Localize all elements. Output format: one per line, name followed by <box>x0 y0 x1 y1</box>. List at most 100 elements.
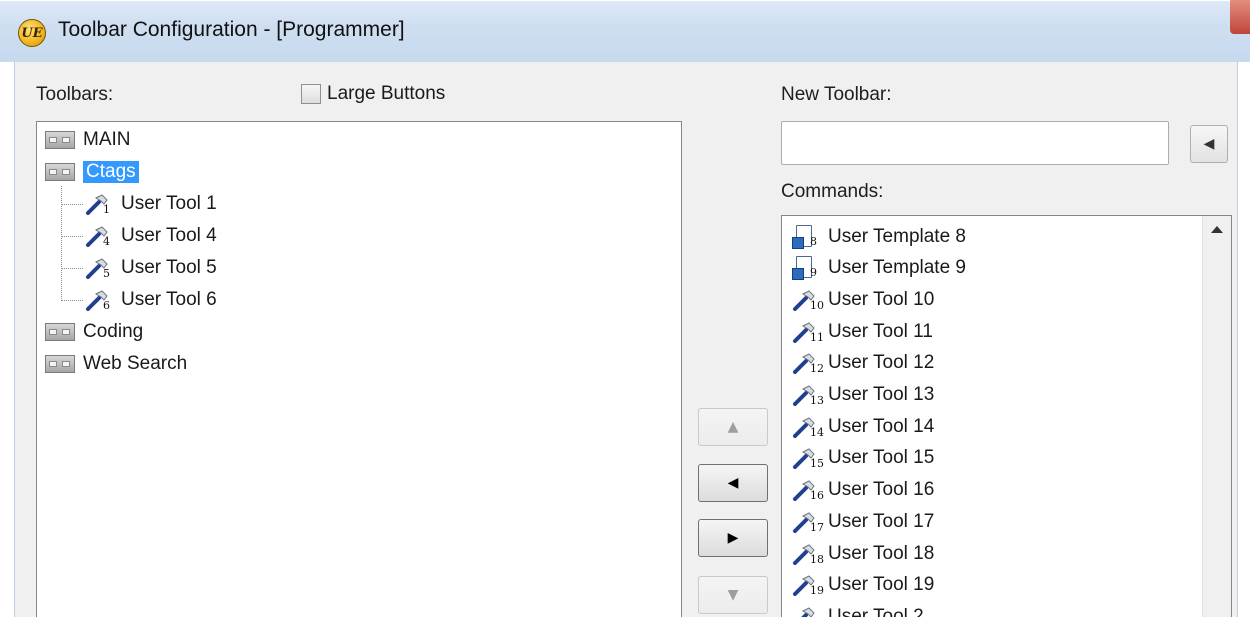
hammer-tool-icon: 16 <box>790 477 824 503</box>
command-label: User Tool 19 <box>828 574 935 596</box>
command-label: User Tool 2 <box>828 605 924 617</box>
command-label: User Tool 11 <box>828 320 933 342</box>
command-label: User Tool 12 <box>828 352 935 374</box>
tree-item-ctags[interactable]: Ctags <box>45 158 139 186</box>
tree-item-label: Coding <box>83 321 144 342</box>
command-label: User Tool 13 <box>828 384 935 405</box>
command-item[interactable]: 10 User Tool 10 <box>790 284 934 315</box>
hammer-tool-icon: 15 <box>790 445 824 471</box>
hammer-tool-icon: 17 <box>790 509 824 535</box>
large-buttons-checkbox[interactable] <box>301 84 321 104</box>
ultraedit-logo-icon: UE <box>18 19 46 47</box>
command-item[interactable]: 15 User Tool 15 <box>790 443 934 474</box>
hammer-tool-icon: 5 <box>83 255 115 281</box>
command-item[interactable]: 13 User Tool 13 <box>790 380 934 411</box>
hammer-tool-icon: 10 <box>790 287 824 313</box>
toolbar-icon <box>45 163 75 181</box>
command-item[interactable]: 16 User Tool 16 <box>790 475 934 506</box>
command-number: 10 <box>810 298 824 312</box>
tree-item-label: User Tool 5 <box>121 257 217 278</box>
command-item[interactable]: 9 User Template 9 <box>790 253 966 284</box>
command-item[interactable]: 18 User Tool 18 <box>790 538 934 569</box>
close-icon[interactable] <box>1230 0 1250 34</box>
new-toolbar-input[interactable] <box>781 121 1169 165</box>
tree-item-user-tool[interactable]: 6 User Tool 6 <box>83 286 217 314</box>
command-number: 8 <box>810 234 817 248</box>
command-item[interactable]: 11 User Tool 11 <box>790 316 933 347</box>
command-number: 13 <box>810 394 824 407</box>
template-icon: 8 <box>790 223 822 251</box>
tool-number: 6 <box>103 299 110 312</box>
command-number: 16 <box>810 489 824 503</box>
large-buttons-label: Large Buttons <box>327 83 446 104</box>
command-label: User Tool 10 <box>828 288 935 310</box>
tree-connector <box>61 236 83 237</box>
tree-item-user-tool[interactable]: 4 User Tool 4 <box>83 222 217 250</box>
hammer-tool-icon: 4 <box>83 223 115 249</box>
command-label: User Tool 15 <box>828 447 935 469</box>
tree-item-label: MAIN <box>83 129 131 150</box>
hammer-tool-icon <box>790 604 822 617</box>
command-item[interactable]: 17 User Tool 17 <box>790 506 934 537</box>
command-item[interactable]: 14 User Tool 14 <box>790 411 934 442</box>
command-label: User Tool 17 <box>828 510 935 532</box>
commands-label: Commands: <box>781 181 884 202</box>
command-label: User Template 9 <box>828 257 966 279</box>
toolbars-label: Toolbars: <box>36 84 114 105</box>
hammer-tool-icon: 12 <box>790 350 824 376</box>
hammer-tool-icon: 18 <box>790 541 824 567</box>
add-toolbar-button[interactable]: ◀ <box>1190 125 1228 163</box>
command-item[interactable]: 12 User Tool 12 <box>790 348 934 379</box>
commands-list[interactable]: 8 User Template 8 9 User Template 9 10 User T… <box>781 215 1232 617</box>
move-up-button[interactable]: ▲ <box>698 408 768 446</box>
tree-connector <box>61 268 83 269</box>
command-item[interactable]: 19 User Tool 19 <box>790 570 934 601</box>
tree-item-label-selected: Ctags <box>83 161 139 183</box>
scroll-up-arrow-icon[interactable] <box>1211 226 1223 233</box>
command-number: 12 <box>810 362 824 376</box>
command-label: User Tool 14 <box>828 415 935 437</box>
command-number: 11 <box>810 330 824 344</box>
command-label: User Template 8 <box>828 225 966 247</box>
tool-number: 1 <box>103 203 110 216</box>
tree-item-user-tool[interactable]: 5 User Tool 5 <box>83 254 217 282</box>
tree-item-coding[interactable]: Coding <box>45 318 143 346</box>
hammer-tool-icon: 1 <box>83 191 115 217</box>
tree-connector <box>61 300 83 301</box>
tool-number: 5 <box>103 267 110 280</box>
toolbar-icon <box>45 355 75 373</box>
window-title: Toolbar Configuration - [Programmer] <box>58 18 405 41</box>
toolbar-icon <box>45 131 75 149</box>
toolbars-tree[interactable]: MAIN Ctags 1 User Tool 1 4 User Tool 4 5 User… <box>36 121 682 617</box>
command-number: 18 <box>810 552 824 566</box>
large-buttons-option[interactable]: Large Buttons <box>301 83 445 105</box>
tree-item-label: User Tool 1 <box>121 193 217 214</box>
tree-connector <box>61 204 83 205</box>
toolbar-icon <box>45 323 75 341</box>
tree-item-main[interactable]: MAIN <box>45 126 131 154</box>
title-bar: UE Toolbar Configuration - [Programmer] <box>0 0 1250 62</box>
tree-item-label: Web Search <box>83 353 188 374</box>
tool-number: 4 <box>103 235 110 248</box>
hammer-tool-icon: 13 <box>790 382 824 408</box>
command-number: 19 <box>810 584 824 598</box>
new-toolbar-label: New Toolbar: <box>781 84 892 105</box>
command-number: 14 <box>810 425 824 439</box>
add-command-button[interactable]: ◀ <box>698 464 768 502</box>
remove-command-button[interactable]: ▶ <box>698 519 768 557</box>
move-down-button[interactable]: ▼ <box>698 576 768 614</box>
command-number: 15 <box>810 457 824 471</box>
hammer-tool-icon: 11 <box>790 319 824 345</box>
command-item[interactable]: 8 User Template 8 <box>790 221 966 252</box>
template-icon: 9 <box>790 254 822 282</box>
hammer-tool-icon: 6 <box>83 287 115 313</box>
command-label: User Tool 16 <box>828 479 935 501</box>
command-label: User Tool 18 <box>828 542 935 564</box>
commands-scrollbar[interactable] <box>1202 216 1231 617</box>
tree-item-label: User Tool 4 <box>121 225 217 246</box>
command-number: 9 <box>810 266 817 280</box>
command-item[interactable]: User Tool 2 <box>790 601 924 617</box>
tree-item-web-search[interactable]: Web Search <box>45 350 187 378</box>
hammer-tool-icon: 14 <box>790 414 824 440</box>
tree-item-user-tool[interactable]: 1 User Tool 1 <box>83 190 217 218</box>
